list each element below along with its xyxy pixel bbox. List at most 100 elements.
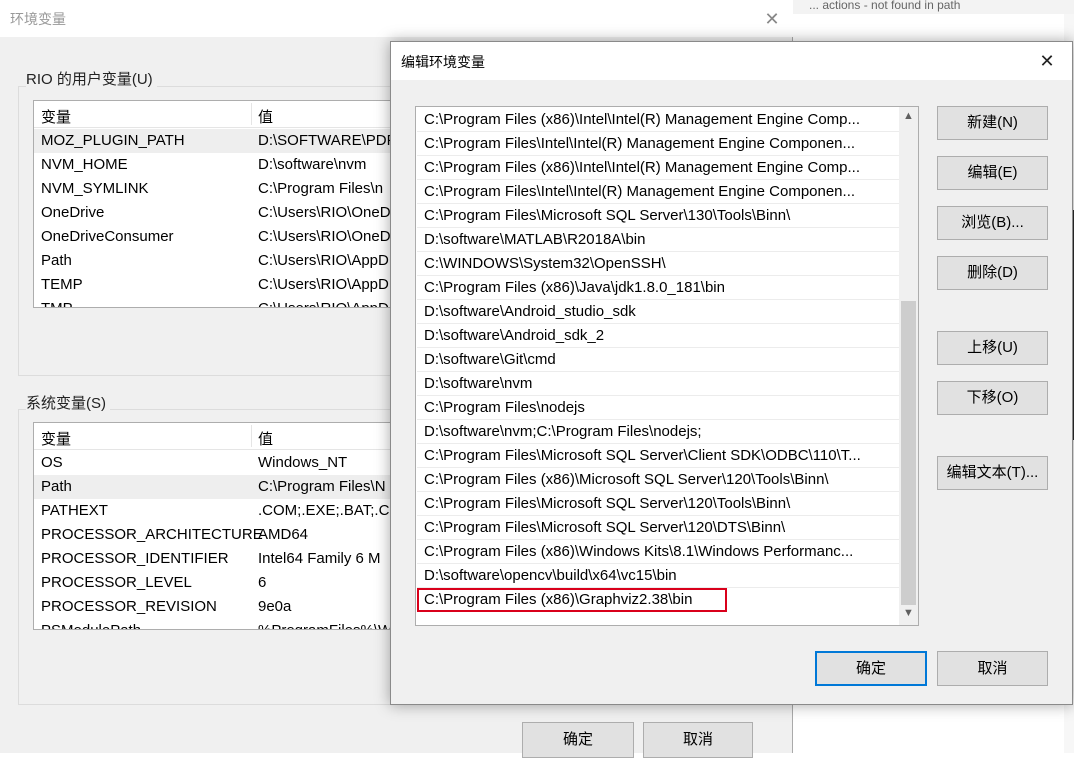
list-item[interactable]: C:\Program Files (x86)\Intel\Intel(R) Ma…	[417, 156, 899, 180]
variable-name: OS	[41, 454, 63, 471]
column-header-value[interactable]: 值	[258, 106, 273, 127]
ok-button[interactable]: 确定	[815, 651, 927, 686]
delete-button[interactable]: 删除(D)	[937, 256, 1048, 290]
variable-name: PROCESSOR_ARCHITECTURE	[41, 526, 263, 543]
variable-value: C:\Users\RIO\AppD	[258, 252, 389, 269]
variable-value: C:\Users\RIO\OneD	[258, 228, 391, 245]
list-item[interactable]: C:\Program Files\Microsoft SQL Server\Cl…	[417, 444, 899, 468]
scroll-up-icon[interactable]: ▲	[899, 108, 918, 125]
variable-value: Intel64 Family 6 M	[258, 550, 381, 567]
table-row[interactable]: NVM_SYMLINK C:\Program Files\n	[34, 177, 422, 201]
list-item[interactable]: C:\Program Files\nodejs	[417, 396, 899, 420]
list-item[interactable]: D:\software\MATLAB\R2018A\bin	[417, 228, 899, 252]
table-row[interactable]: Path C:\Users\RIO\AppD	[34, 249, 422, 273]
table-row[interactable]: PROCESSOR_REVISION 9e0a	[34, 595, 422, 619]
background-topbar-text: ... actions - not found in path	[809, 0, 961, 12]
variable-name: PATHEXT	[41, 502, 108, 519]
cancel-button[interactable]: 取消	[937, 651, 1048, 686]
table-row[interactable]: MOZ_PLUGIN_PATH D:\SOFTWARE\PDF	[34, 129, 422, 153]
variable-value: %ProgramFiles%\W	[258, 622, 392, 629]
variable-value: 6	[258, 574, 267, 591]
variable-value: C:\Program Files\n	[258, 180, 384, 197]
list-item[interactable]: D:\software\nvm	[417, 372, 899, 396]
variable-value: .COM;.EXE;.BAT;.CI	[258, 502, 394, 519]
variable-value: C:\Users\RIO\AppD	[258, 300, 389, 307]
list-item[interactable]: C:\Program Files (x86)\Java\jdk1.8.0_181…	[417, 276, 899, 300]
list-item[interactable]: D:\software\Android_sdk_2	[417, 324, 899, 348]
column-divider[interactable]	[251, 103, 252, 125]
dialog-title: 编辑环境变量	[401, 54, 485, 70]
variable-name: PROCESSOR_LEVEL	[41, 574, 192, 591]
list-item[interactable]: C:\Program Files (x86)\Microsoft SQL Ser…	[417, 468, 899, 492]
background-topbar: ... actions - not found in path	[793, 0, 1074, 14]
table-row[interactable]: NVM_HOME D:\software\nvm	[34, 153, 422, 177]
table-row[interactable]: PROCESSOR_ARCHITECTURE AMD64	[34, 523, 422, 547]
list-item[interactable]: C:\Program Files\Microsoft SQL Server\13…	[417, 204, 899, 228]
variable-value: D:\software\nvm	[258, 156, 367, 173]
table-row[interactable]: TMP C:\Users\RIO\AppD	[34, 297, 422, 307]
variable-value: 9e0a	[258, 598, 292, 615]
dialog-titlebar: 编辑环境变量 ✕	[391, 42, 1072, 80]
variable-value: C:\Users\RIO\AppD	[258, 276, 389, 293]
new-button[interactable]: 新建(N)	[937, 106, 1048, 140]
edit-button[interactable]: 编辑(E)	[937, 156, 1048, 190]
variable-name: NVM_SYMLINK	[41, 180, 149, 197]
variable-name: OneDrive	[41, 204, 105, 221]
user-vars-list[interactable]: 变量 值 MOZ_PLUGIN_PATH D:\SOFTWARE\PDF NVM…	[33, 100, 423, 308]
column-header-value[interactable]: 值	[258, 428, 273, 449]
scroll-down-icon[interactable]: ▼	[899, 605, 918, 622]
list-item[interactable]: D:\software\Android_studio_sdk	[417, 300, 899, 324]
scrollbar-thumb[interactable]	[901, 301, 916, 605]
table-row[interactable]: PATHEXT .COM;.EXE;.BAT;.CI	[34, 499, 422, 523]
table-row[interactable]: OneDrive C:\Users\RIO\OneD	[34, 201, 422, 225]
vertical-scrollbar[interactable]: ▲ ▼	[899, 107, 918, 625]
table-row[interactable]: Path C:\Program Files\N	[34, 475, 422, 499]
list-item[interactable]: C:\Program Files (x86)\Intel\Intel(R) Ma…	[417, 108, 899, 132]
column-divider[interactable]	[251, 425, 252, 447]
table-row[interactable]: PROCESSOR_LEVEL 6	[34, 571, 422, 595]
list-item[interactable]: C:\WINDOWS\System32\OpenSSH\	[417, 252, 899, 276]
list-item[interactable]: D:\software\Git\cmd	[417, 348, 899, 372]
list-item[interactable]: D:\software\nvm;C:\Program Files\nodejs;	[417, 420, 899, 444]
list-item[interactable]: C:\Program Files\Microsoft SQL Server\12…	[417, 516, 899, 540]
variable-name: PROCESSOR_REVISION	[41, 598, 217, 615]
variable-name: Path	[41, 478, 72, 495]
variable-name: OneDriveConsumer	[41, 228, 174, 245]
close-icon[interactable]: ✕	[758, 6, 786, 32]
system-vars-header: 变量 值	[34, 423, 422, 450]
column-header-variable[interactable]: 变量	[41, 106, 71, 127]
variable-name: MOZ_PLUGIN_PATH	[41, 132, 185, 149]
variable-value: C:\Users\RIO\OneD	[258, 204, 391, 221]
system-vars-label: 系统变量(S)	[26, 392, 110, 413]
table-row[interactable]: TEMP C:\Users\RIO\AppD	[34, 273, 422, 297]
variable-value: Windows_NT	[258, 454, 348, 471]
window-title: 环境变量	[10, 11, 66, 27]
list-item-highlighted[interactable]: C:\Program Files (x86)\Graphviz2.38\bin	[417, 588, 727, 612]
list-item[interactable]: C:\Program Files\Intel\Intel(R) Manageme…	[417, 132, 899, 156]
variable-name: TEMP	[41, 276, 83, 293]
user-vars-label: RIO 的用户变量(U)	[26, 68, 157, 89]
list-item[interactable]: C:\Program Files\Intel\Intel(R) Manageme…	[417, 180, 899, 204]
table-row[interactable]: OneDriveConsumer C:\Users\RIO\OneD	[34, 225, 422, 249]
variable-value: D:\SOFTWARE\PDF	[258, 132, 396, 149]
system-vars-list[interactable]: 变量 值 OS Windows_NT Path C:\Program Files…	[33, 422, 423, 630]
window-titlebar: 环境变量 ✕	[0, 0, 793, 37]
column-header-variable[interactable]: 变量	[41, 428, 71, 449]
variable-value: C:\Program Files\N	[258, 478, 386, 495]
list-item[interactable]: C:\Program Files (x86)\Windows Kits\8.1\…	[417, 540, 899, 564]
table-row[interactable]: PROCESSOR_IDENTIFIER Intel64 Family 6 M	[34, 547, 422, 571]
variable-value: AMD64	[258, 526, 309, 543]
variable-name: TMP	[41, 300, 73, 307]
path-entries-list[interactable]: C:\Program Files (x86)\Intel\Intel(R) Ma…	[415, 106, 919, 626]
table-row[interactable]: PSModulePath %ProgramFiles%\W	[34, 619, 422, 629]
variable-name: PROCESSOR_IDENTIFIER	[41, 550, 229, 567]
list-item[interactable]: D:\software\opencv\build\x64\vc15\bin	[417, 564, 899, 588]
list-item[interactable]: C:\Program Files\Microsoft SQL Server\12…	[417, 492, 899, 516]
move-down-button[interactable]: 下移(O)	[937, 381, 1048, 415]
table-row[interactable]: OS Windows_NT	[34, 451, 422, 475]
close-icon[interactable]: ✕	[1032, 48, 1062, 74]
edit-text-button[interactable]: 编辑文本(T)...	[937, 456, 1048, 490]
edit-env-var-dialog: 编辑环境变量 ✕ C:\Program Files (x86)\Intel\In…	[390, 41, 1073, 705]
move-up-button[interactable]: 上移(U)	[937, 331, 1048, 365]
browse-button[interactable]: 浏览(B)...	[937, 206, 1048, 240]
